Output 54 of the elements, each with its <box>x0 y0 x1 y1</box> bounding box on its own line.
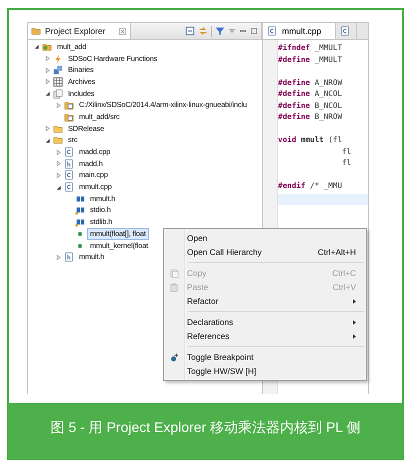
expanded-arrow-icon[interactable] <box>44 136 51 144</box>
maximize-icon[interactable] <box>250 27 258 35</box>
library-icon <box>53 88 63 99</box>
include-icon <box>75 194 85 204</box>
menu-item[interactable]: Toggle HW/SW [H] <box>164 364 366 378</box>
collapse-all-icon[interactable] <box>185 26 195 36</box>
filter-icon[interactable] <box>215 26 225 36</box>
binaries-icon <box>53 65 63 76</box>
include-folder-icon <box>64 100 74 110</box>
expanded-arrow-icon[interactable] <box>55 184 62 191</box>
collapsed-arrow-icon[interactable] <box>44 125 51 132</box>
file-icon <box>64 252 74 262</box>
collapsed-arrow-icon[interactable] <box>55 148 62 156</box>
collapsed-arrow-icon[interactable] <box>44 66 51 74</box>
lightning-icon <box>53 54 63 64</box>
collapsed-arrow-icon[interactable] <box>55 102 62 109</box>
collapsed-arrow-icon[interactable] <box>44 78 51 86</box>
menu-item[interactable]: Refactor <box>164 294 366 308</box>
link-icon[interactable] <box>198 26 208 36</box>
project-folder-icon <box>42 42 52 52</box>
menu-item[interactable]: Open <box>164 231 366 245</box>
minimize-icon[interactable] <box>239 27 247 35</box>
close-icon[interactable] <box>119 28 126 34</box>
collapsed-arrow-icon[interactable] <box>55 172 62 179</box>
copy-icon <box>170 268 178 278</box>
file-icon <box>267 26 277 36</box>
folder-icon <box>31 26 41 36</box>
editor-tab[interactable]: mmult.cpp <box>263 23 336 39</box>
collapsed-arrow-icon[interactable] <box>55 254 62 261</box>
file-icon <box>64 170 74 180</box>
file-icon <box>64 158 74 169</box>
paste-icon <box>170 282 178 292</box>
collapsed-arrow-icon[interactable] <box>44 55 51 62</box>
menu-item[interactable]: References <box>164 329 366 343</box>
breakpoint-icon <box>170 352 178 362</box>
menu-item[interactable]: Toggle Breakpoint <box>164 350 366 364</box>
view-menu-icon[interactable] <box>228 27 236 35</box>
file-icon <box>64 147 74 158</box>
expanded-arrow-icon[interactable] <box>44 90 51 98</box>
menu-item[interactable]: Open Call Hierarchy Ctrl+Alt+H <box>164 245 366 259</box>
file-icon <box>64 182 74 192</box>
folder-icon <box>53 135 63 146</box>
folder-icon <box>53 124 63 134</box>
include-folder-icon <box>64 112 74 122</box>
include-icon <box>75 217 85 228</box>
include-icon <box>75 205 85 216</box>
collapsed-arrow-icon[interactable] <box>55 160 62 168</box>
figure-caption: 图 5 - 用 Project Explorer 移动乘法器内核到 PL 侧 <box>9 403 402 460</box>
grid-icon <box>53 76 63 87</box>
expanded-arrow-icon[interactable] <box>33 43 40 50</box>
menu-item[interactable]: Declarations <box>164 315 366 329</box>
file-icon <box>340 26 350 36</box>
tab-title: Project Explorer <box>45 26 106 36</box>
explorer-tab[interactable]: Project Explorer <box>28 23 132 39</box>
